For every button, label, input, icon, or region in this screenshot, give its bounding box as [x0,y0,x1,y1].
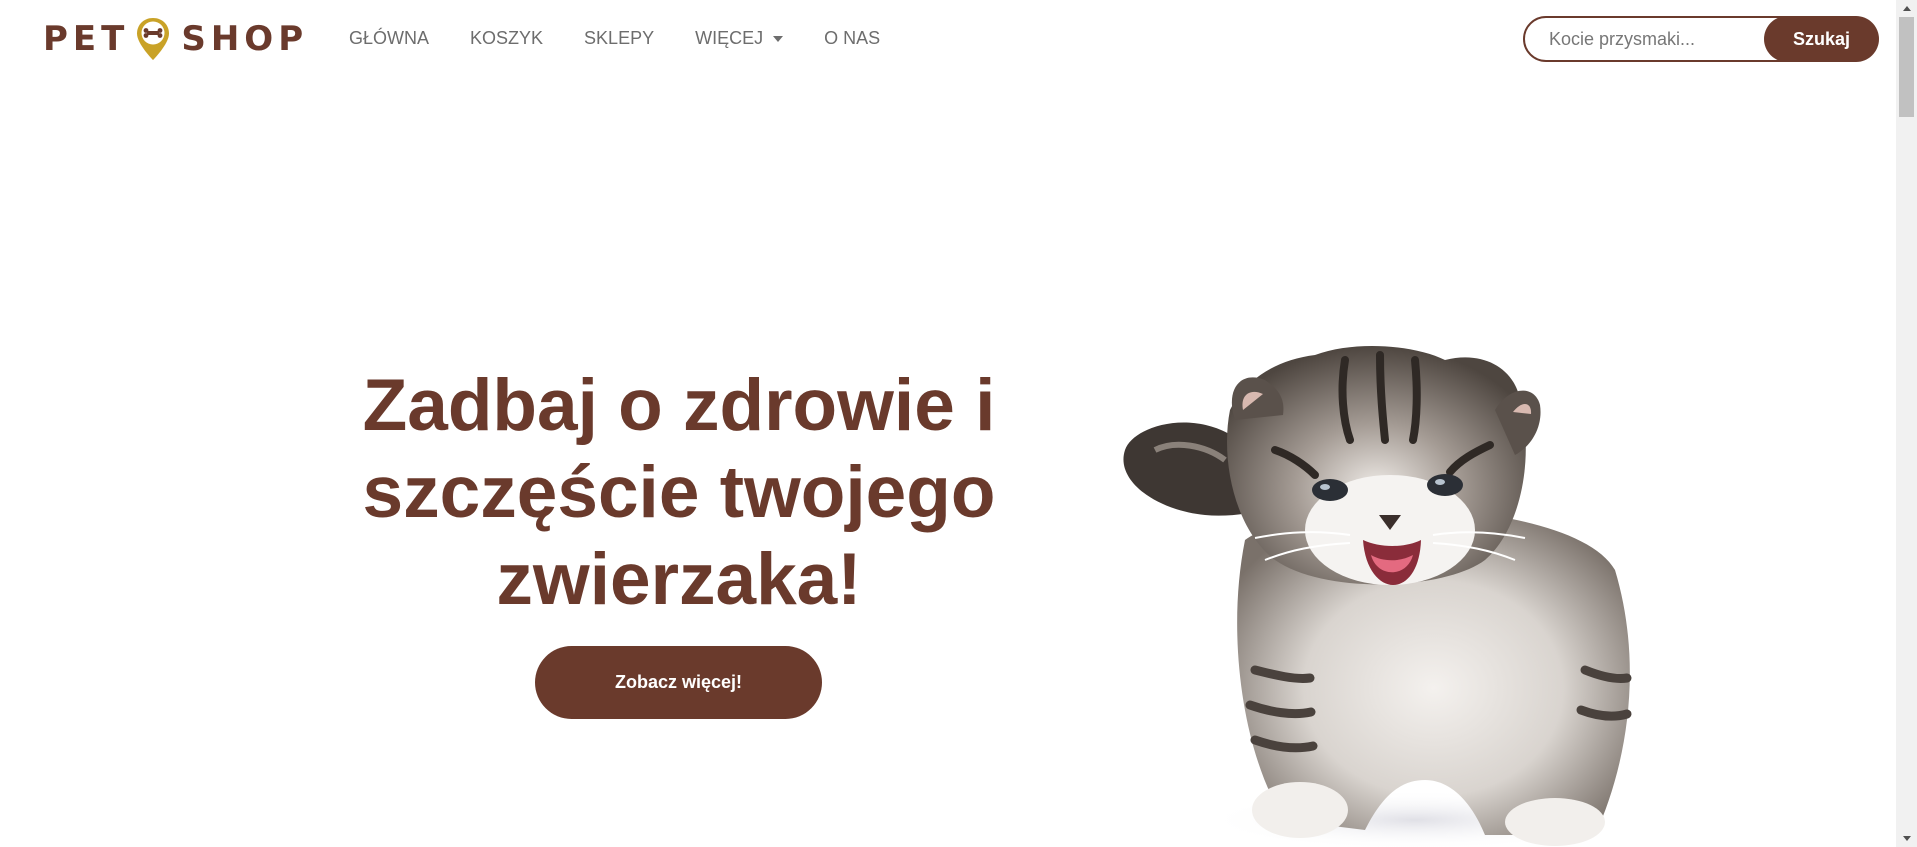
nav-links: GŁÓWNA KOSZYK SKLEPY WIĘCEJ O NAS [349,28,921,49]
scroll-down-arrow-icon[interactable] [1896,830,1917,847]
search-button[interactable]: Szukaj [1764,16,1879,62]
navbar: PET SHOP GŁÓWNA KOSZYK SKLEPY WIĘCEJ O N… [0,0,1896,80]
search-form: Szukaj [1523,16,1879,62]
logo-text-right: SHOP [181,19,309,59]
nav-item-wiecej-label: WIĘCEJ [695,28,764,48]
hero-title: Zadbaj o zdrowie i szczęście twojego zwi… [362,365,996,620]
nav-item-sklepy[interactable]: SKLEPY [584,28,654,49]
nav-item-o-nas[interactable]: O NAS [824,28,880,49]
location-pin-bone-icon [137,18,170,60]
page: PET SHOP GŁÓWNA KOSZYK SKLEPY WIĘCEJ O N… [0,0,1917,847]
nav-item-wiecej-dropdown[interactable]: WIĘCEJ [695,28,784,49]
scroll-up-arrow-icon[interactable] [1896,0,1917,17]
kitten-photo [1123,345,1632,847]
nav-item-glowna[interactable]: GŁÓWNA [349,28,429,49]
caret-down-icon [773,35,784,42]
logo-text-left: PET [43,19,130,59]
logo[interactable]: PET SHOP [43,16,308,62]
vertical-scrollbar[interactable] [1896,0,1917,847]
scrollbar-thumb[interactable] [1899,17,1914,117]
see-more-button[interactable]: Zobacz więcej! [535,646,822,719]
nav-item-koszyk[interactable]: KOSZYK [470,28,543,49]
